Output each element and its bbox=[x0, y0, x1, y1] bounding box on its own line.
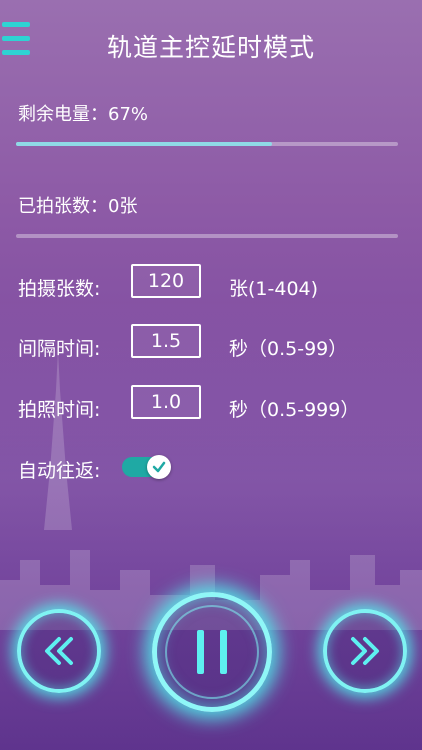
pause-icon bbox=[165, 605, 259, 699]
battery-progress-track bbox=[16, 142, 398, 146]
exposure-input[interactable]: 1.0 bbox=[131, 385, 201, 419]
battery-progress-fill bbox=[16, 142, 272, 146]
interval-label: 间隔时间: bbox=[18, 338, 101, 360]
fast-forward-icon bbox=[351, 637, 379, 665]
exposure-unit: 秒（0.5-999） bbox=[229, 399, 360, 421]
interval-unit: 秒（0.5-99） bbox=[229, 338, 348, 360]
shot-count-unit: 张(1-404) bbox=[229, 278, 319, 300]
rewind-button[interactable] bbox=[17, 609, 101, 693]
rewind-icon bbox=[45, 637, 73, 665]
interval-input[interactable]: 1.5 bbox=[131, 324, 201, 358]
toggle-knob bbox=[147, 455, 171, 479]
auto-return-toggle[interactable] bbox=[122, 455, 171, 479]
shot-count-input[interactable]: 120 bbox=[131, 264, 201, 298]
battery-label: 剩余电量：67% bbox=[18, 104, 149, 125]
auto-return-label: 自动往返: bbox=[18, 460, 101, 482]
app-header: 轨道主控延时模式 bbox=[0, 0, 422, 90]
fast-forward-button[interactable] bbox=[323, 609, 407, 693]
app-screen: 轨道主控延时模式 剩余电量：67% 已拍张数：0张 拍摄张数: 120 张(1-… bbox=[0, 0, 422, 750]
page-title: 轨道主控延时模式 bbox=[106, 33, 315, 62]
pause-button[interactable] bbox=[152, 592, 272, 712]
photos-progress-track bbox=[16, 234, 398, 238]
exposure-label: 拍照时间: bbox=[18, 399, 101, 421]
photos-taken-label: 已拍张数：0张 bbox=[18, 196, 138, 217]
check-icon bbox=[152, 461, 166, 473]
shot-count-label: 拍摄张数: bbox=[18, 278, 101, 300]
